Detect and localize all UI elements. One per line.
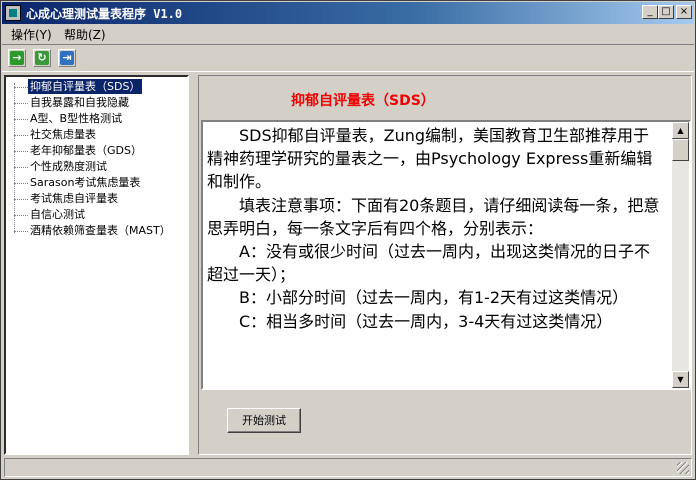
minimize-button[interactable]: _: [642, 5, 658, 19]
vertical-scrollbar[interactable]: ▲ ▼: [672, 122, 689, 388]
toolbar: → ↻ ⇥: [2, 44, 694, 72]
app-window: 心成心理测试量表程序 V1.0 _ □ × 操作(Y) 帮助(Z) → ↻ ⇥ …: [0, 0, 696, 480]
description-paragraph: B：小部分时间（过去一周内，有1-2天有过这类情况）: [239, 288, 629, 308]
app-icon[interactable]: [5, 5, 21, 21]
green-refresh-icon: ↻: [35, 51, 49, 65]
resize-grip-icon[interactable]: [677, 462, 689, 474]
tree-item-label: 抑郁自评量表（SDS）: [26, 78, 144, 95]
tree-item-label: 考试焦虑自评量表: [30, 192, 118, 205]
scroll-up-icon[interactable]: ▲: [672, 122, 689, 139]
tree-item-label: 社交焦虑量表: [30, 128, 96, 141]
green-right-arrow-icon: →: [10, 51, 24, 65]
tree-item-label: 自信心测试: [30, 208, 85, 221]
maximize-button[interactable]: □: [658, 5, 674, 19]
title-bar[interactable]: 心成心理测试量表程序 V1.0 _ □ ×: [2, 2, 694, 24]
description-text: SDS抑郁自评量表，Zung编制，美国教育卫生部推荐用于精神药理学研究的量表之一…: [207, 124, 665, 333]
toolbar-exit-button[interactable]: ⇥: [58, 49, 76, 67]
window-title: 心成心理测试量表程序 V1.0: [26, 7, 183, 21]
tree-connector: [14, 83, 15, 233]
description-paragraph: SDS抑郁自评量表，Zung编制，美国教育卫生部推荐用于精神药理学研究的量表之一…: [207, 126, 653, 192]
menu-help[interactable]: 帮助(Z): [64, 26, 106, 43]
close-button[interactable]: ×: [676, 5, 692, 19]
start-test-button[interactable]: 开始测试: [227, 408, 301, 433]
tree-item-label: A型、B型性格测试: [30, 112, 123, 125]
toolbar-refresh-button[interactable]: ↻: [33, 49, 51, 67]
detail-panel: 抑郁自评量表（SDS） SDS抑郁自评量表，Zung编制，美国教育卫生部推荐用于…: [198, 75, 692, 455]
test-tree-view[interactable]: 抑郁自评量表（SDS） 自我暴露和自我隐藏 A型、B型性格测试 社交焦虑量表 老…: [4, 75, 189, 455]
description-textbox[interactable]: SDS抑郁自评量表，Zung编制，美国教育卫生部推荐用于精神药理学研究的量表之一…: [201, 120, 691, 390]
description-paragraph: A：没有或很少时间（过去一周内，出现这类情况的日子不超过一天）；: [207, 242, 650, 285]
scroll-thumb[interactable]: [672, 139, 689, 161]
tree-item-label: 个性成熟度测试: [30, 160, 107, 173]
description-paragraph: 填表注意事项：下面有20条题目，请仔细阅读每一条，把意思弄明白，每一条文字后有四…: [207, 195, 660, 238]
test-title: 抑郁自评量表（SDS）: [291, 93, 435, 109]
tree-item-label: 老年抑郁量表（GDS）: [30, 144, 142, 157]
tree-item-label: 酒精依赖筛查量表（MAST）: [30, 224, 171, 237]
menu-bar: 操作(Y) 帮助(Z): [2, 24, 694, 43]
scroll-down-icon[interactable]: ▼: [672, 371, 689, 388]
tree-item-label: 自我暴露和自我隐藏: [30, 96, 129, 109]
description-paragraph: C：相当多时间（过去一周内，3-4天有过这类情况）: [239, 311, 613, 331]
exit-door-icon: ⇥: [60, 51, 74, 65]
status-bar: [4, 458, 692, 477]
toolbar-next-button[interactable]: →: [8, 49, 26, 67]
tree-item-label: Sarason考试焦虑量表: [30, 176, 141, 189]
menu-operate[interactable]: 操作(Y): [11, 26, 52, 43]
